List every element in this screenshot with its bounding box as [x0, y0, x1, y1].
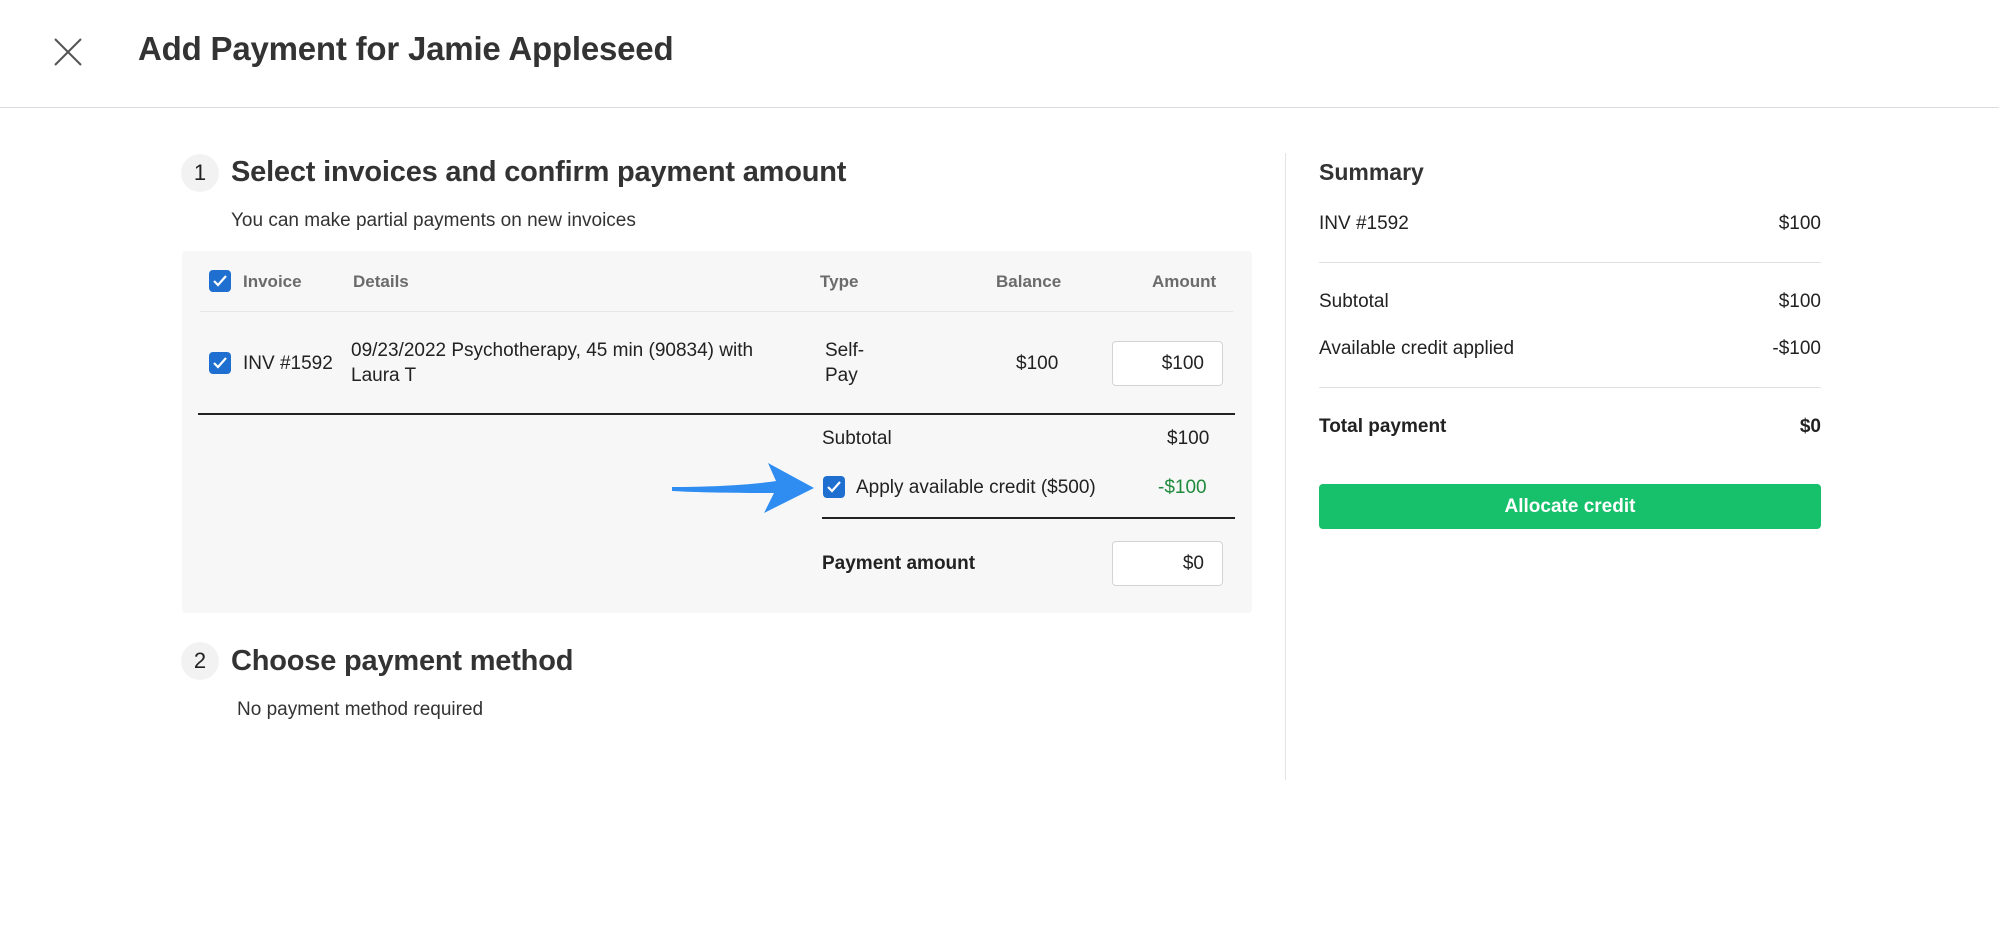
checkmark-icon — [827, 481, 841, 493]
summary-total-label: Total payment — [1319, 416, 1447, 437]
column-separator — [1285, 153, 1286, 780]
checkmark-icon — [213, 357, 227, 369]
select-all-checkbox[interactable] — [209, 270, 231, 292]
invoice-panel — [182, 251, 1252, 613]
summary-total-value: $0 — [1799, 416, 1821, 437]
arrow-icon — [672, 463, 814, 513]
invoice-balance: $100 — [1016, 353, 1059, 374]
summary-credit-value: -$100 — [1772, 338, 1821, 359]
payment-amount-label: Payment amount — [822, 553, 976, 574]
subtotal-label: Subtotal — [822, 428, 892, 449]
column-header-balance: Balance — [996, 272, 1062, 291]
row-divider — [200, 311, 1233, 312]
invoice-amount-input[interactable]: $100 — [1112, 341, 1223, 386]
column-header-type: Type — [820, 272, 859, 291]
summary-divider — [1319, 262, 1821, 263]
invoice-number: INV #1592 — [243, 353, 333, 374]
totals-rule — [822, 517, 1235, 519]
summary-title: Summary — [1319, 159, 1424, 185]
apply-credit-label[interactable]: Apply available credit ($500) — [856, 475, 1096, 500]
invoice-row-checkbox[interactable] — [209, 352, 231, 374]
credit-applied-value: -$100 — [1158, 477, 1207, 498]
invoice-type-line-1: Self- — [825, 340, 865, 361]
payment-amount-input[interactable]: $0 — [1112, 541, 1223, 586]
step-1-subtitle: You can make partial payments on new inv… — [231, 210, 636, 231]
invoice-type-line-2: Pay — [825, 365, 858, 386]
close-button[interactable] — [50, 34, 86, 70]
summary-credit-label: Available credit applied — [1319, 338, 1515, 359]
invoice-details-line-1: 09/23/2022 Psychotherapy, 45 min (90834)… — [351, 340, 754, 361]
invoice-details-line-2: Laura T — [351, 365, 417, 386]
step-1-badge: 1 — [181, 154, 219, 192]
allocate-credit-button[interactable]: Allocate credit — [1319, 484, 1821, 529]
subtotal-value: $100 — [1167, 428, 1210, 449]
column-header-details: Details — [353, 272, 409, 291]
step-2-subtitle: No payment method required — [237, 699, 484, 720]
checkmark-icon — [213, 275, 227, 287]
page-title: Add Payment for Jamie Appleseed — [138, 30, 674, 67]
step-2-badge: 2 — [181, 642, 219, 680]
summary-invoice-value: $100 — [1778, 213, 1821, 234]
dialog-header: Add Payment for Jamie Appleseed — [0, 0, 1999, 108]
column-header-invoice: Invoice — [243, 272, 302, 291]
step-2-title: Choose payment method — [231, 645, 574, 677]
summary-invoice-label: INV #1592 — [1319, 213, 1409, 234]
close-icon — [54, 38, 82, 66]
column-header-amount: Amount — [1152, 272, 1217, 291]
apply-credit-checkbox[interactable] — [823, 476, 845, 498]
step-1-title: Select invoices and confirm payment amou… — [231, 156, 847, 188]
summary-divider — [1319, 387, 1821, 388]
table-rule — [198, 413, 1235, 415]
summary-subtotal-label: Subtotal — [1319, 291, 1389, 312]
summary-subtotal-value: $100 — [1778, 291, 1821, 312]
